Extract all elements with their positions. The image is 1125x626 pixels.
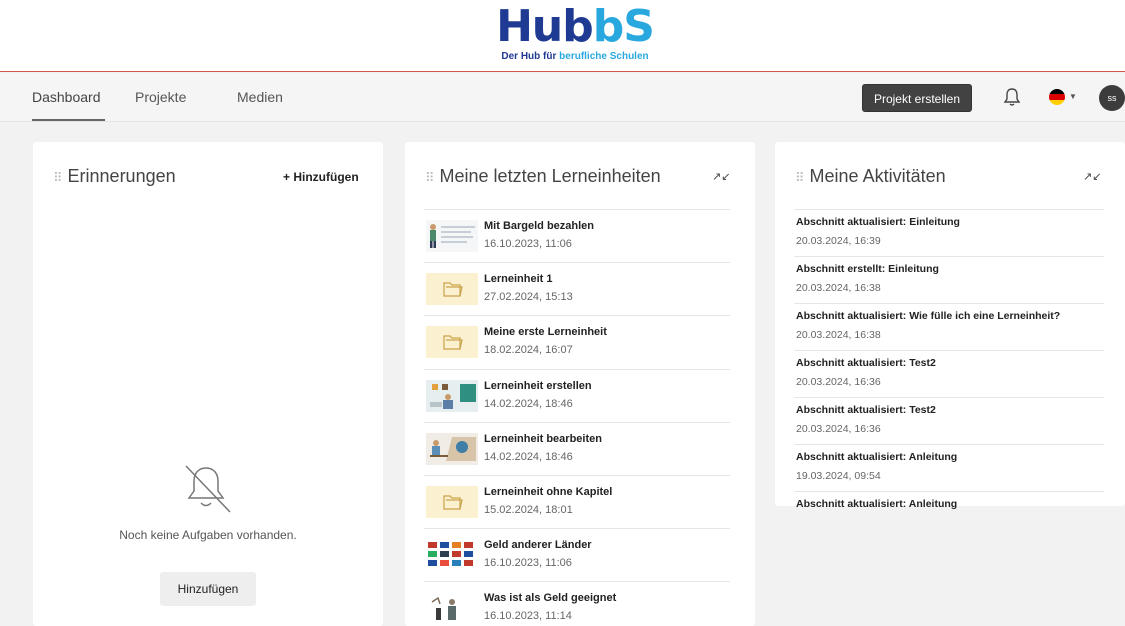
add-reminder-link[interactable]: + Hinzufügen — [283, 170, 359, 184]
learning-unit-item[interactable]: Geld anderer Länder 16.10.2023, 11:06 — [424, 528, 730, 581]
empty-state-text: Noch keine Aufgaben vorhanden. — [119, 528, 297, 542]
figures-thumb-icon — [426, 592, 478, 625]
tab-dashboard[interactable]: Dashboard — [32, 73, 105, 121]
learning-unit-item[interactable]: Lerneinheit erstellen 14.02.2024, 18:46 — [424, 368, 730, 422]
activity-item: Abschnitt aktualisiert: Wie fülle ich ei… — [794, 303, 1104, 350]
bell-off-icon — [185, 465, 231, 513]
notification-bell-icon[interactable] — [1003, 87, 1021, 107]
tab-projekte[interactable]: Projekte — [135, 73, 186, 121]
activities-list: Abschnitt aktualisiert: Einleitung 20.03… — [794, 209, 1104, 509]
activities-title: ⠿ Meine Aktivitäten — [795, 166, 946, 186]
add-task-button[interactable]: Hinzufügen — [160, 572, 256, 606]
german-flag-icon[interactable] — [1049, 89, 1065, 105]
activity-item: Abschnitt aktualisiert: Einleitung 20.03… — [794, 209, 1104, 256]
activity-item: Abschnitt aktualisiert: Test2 20.03.2024… — [794, 350, 1104, 397]
activities-card: ⠿ Meine Aktivitäten ↗↙ Abschnitt aktualis… — [775, 142, 1125, 509]
activity-item: Abschnitt aktualisiert: Anleitung — [794, 491, 1104, 509]
reminders-title: ⠿ Erinnerungen — [53, 166, 176, 186]
reminders-card: ⠿ Erinnerungen + Hinzufügen Noch keine Au… — [33, 142, 383, 626]
drag-handle-icon[interactable]: ⠿ — [425, 170, 434, 186]
folder-thumb-icon — [426, 273, 478, 306]
learning-unit-item[interactable]: Was ist als Geld geeignet 16.10.2023, 11… — [424, 581, 730, 626]
drag-handle-icon[interactable]: ⠿ — [53, 170, 62, 186]
person-text-thumb-icon — [426, 220, 478, 252]
learning-unit-item[interactable]: Mit Bargeld bezahlen 16.10.2023, 11:06 — [424, 209, 730, 262]
logo-tagline: Der Hub für berufliche Schulen — [501, 51, 649, 62]
flags-thumb-icon — [426, 539, 478, 572]
learning-units-list: Mit Bargeld bezahlen 16.10.2023, 11:06 L… — [424, 209, 730, 626]
learning-unit-item[interactable]: Meine erste Lerneinheit 18.02.2024, 16:0… — [424, 315, 730, 368]
learning-unit-item[interactable]: Lerneinheit ohne Kapitel 15.02.2024, 18:… — [424, 474, 730, 528]
user-avatar[interactable]: ss — [1099, 85, 1125, 111]
learning-units-card: ⠿ Meine letzten Lerneinheiten ↗↙ Mit Barg… — [405, 142, 755, 626]
main-navbar: Dashboard Projekte Medien Projekt erstel… — [0, 73, 1125, 122]
create-project-button[interactable]: Projekt erstellen — [862, 84, 972, 112]
collapse-icon[interactable]: ↗↙ — [1083, 170, 1101, 183]
folder-thumb-icon — [426, 326, 478, 359]
desk-thumb-icon — [426, 432, 478, 465]
hubbs-logo[interactable]: HubbS Der Hub für berufliche Schulen — [480, 4, 670, 66]
logo-wordmark: HubbS — [496, 1, 655, 52]
activity-item: Abschnitt aktualisiert: Test2 20.03.2024… — [794, 397, 1104, 444]
folder-thumb-icon — [426, 485, 478, 518]
drag-handle-icon[interactable]: ⠿ — [795, 170, 804, 186]
learning-unit-item[interactable]: Lerneinheit bearbeiten 14.02.2024, 18:46 — [424, 421, 730, 475]
activity-item: Abschnitt erstellt: Einleitung 20.03.202… — [794, 256, 1104, 303]
language-caret-icon[interactable]: ▼ — [1069, 92, 1077, 101]
tab-medien[interactable]: Medien — [237, 73, 283, 121]
activity-item: Abschnitt aktualisiert: Anleitung 19.03.… — [794, 444, 1104, 491]
learning-units-title: ⠿ Meine letzten Lerneinheiten — [425, 166, 661, 186]
classroom-thumb-icon — [426, 379, 478, 412]
top-header: HubbS Der Hub für berufliche Schulen — [0, 0, 1125, 72]
collapse-icon[interactable]: ↗↙ — [712, 170, 730, 183]
learning-unit-item[interactable]: Lerneinheit 1 27.02.2024, 15:13 — [424, 262, 730, 315]
